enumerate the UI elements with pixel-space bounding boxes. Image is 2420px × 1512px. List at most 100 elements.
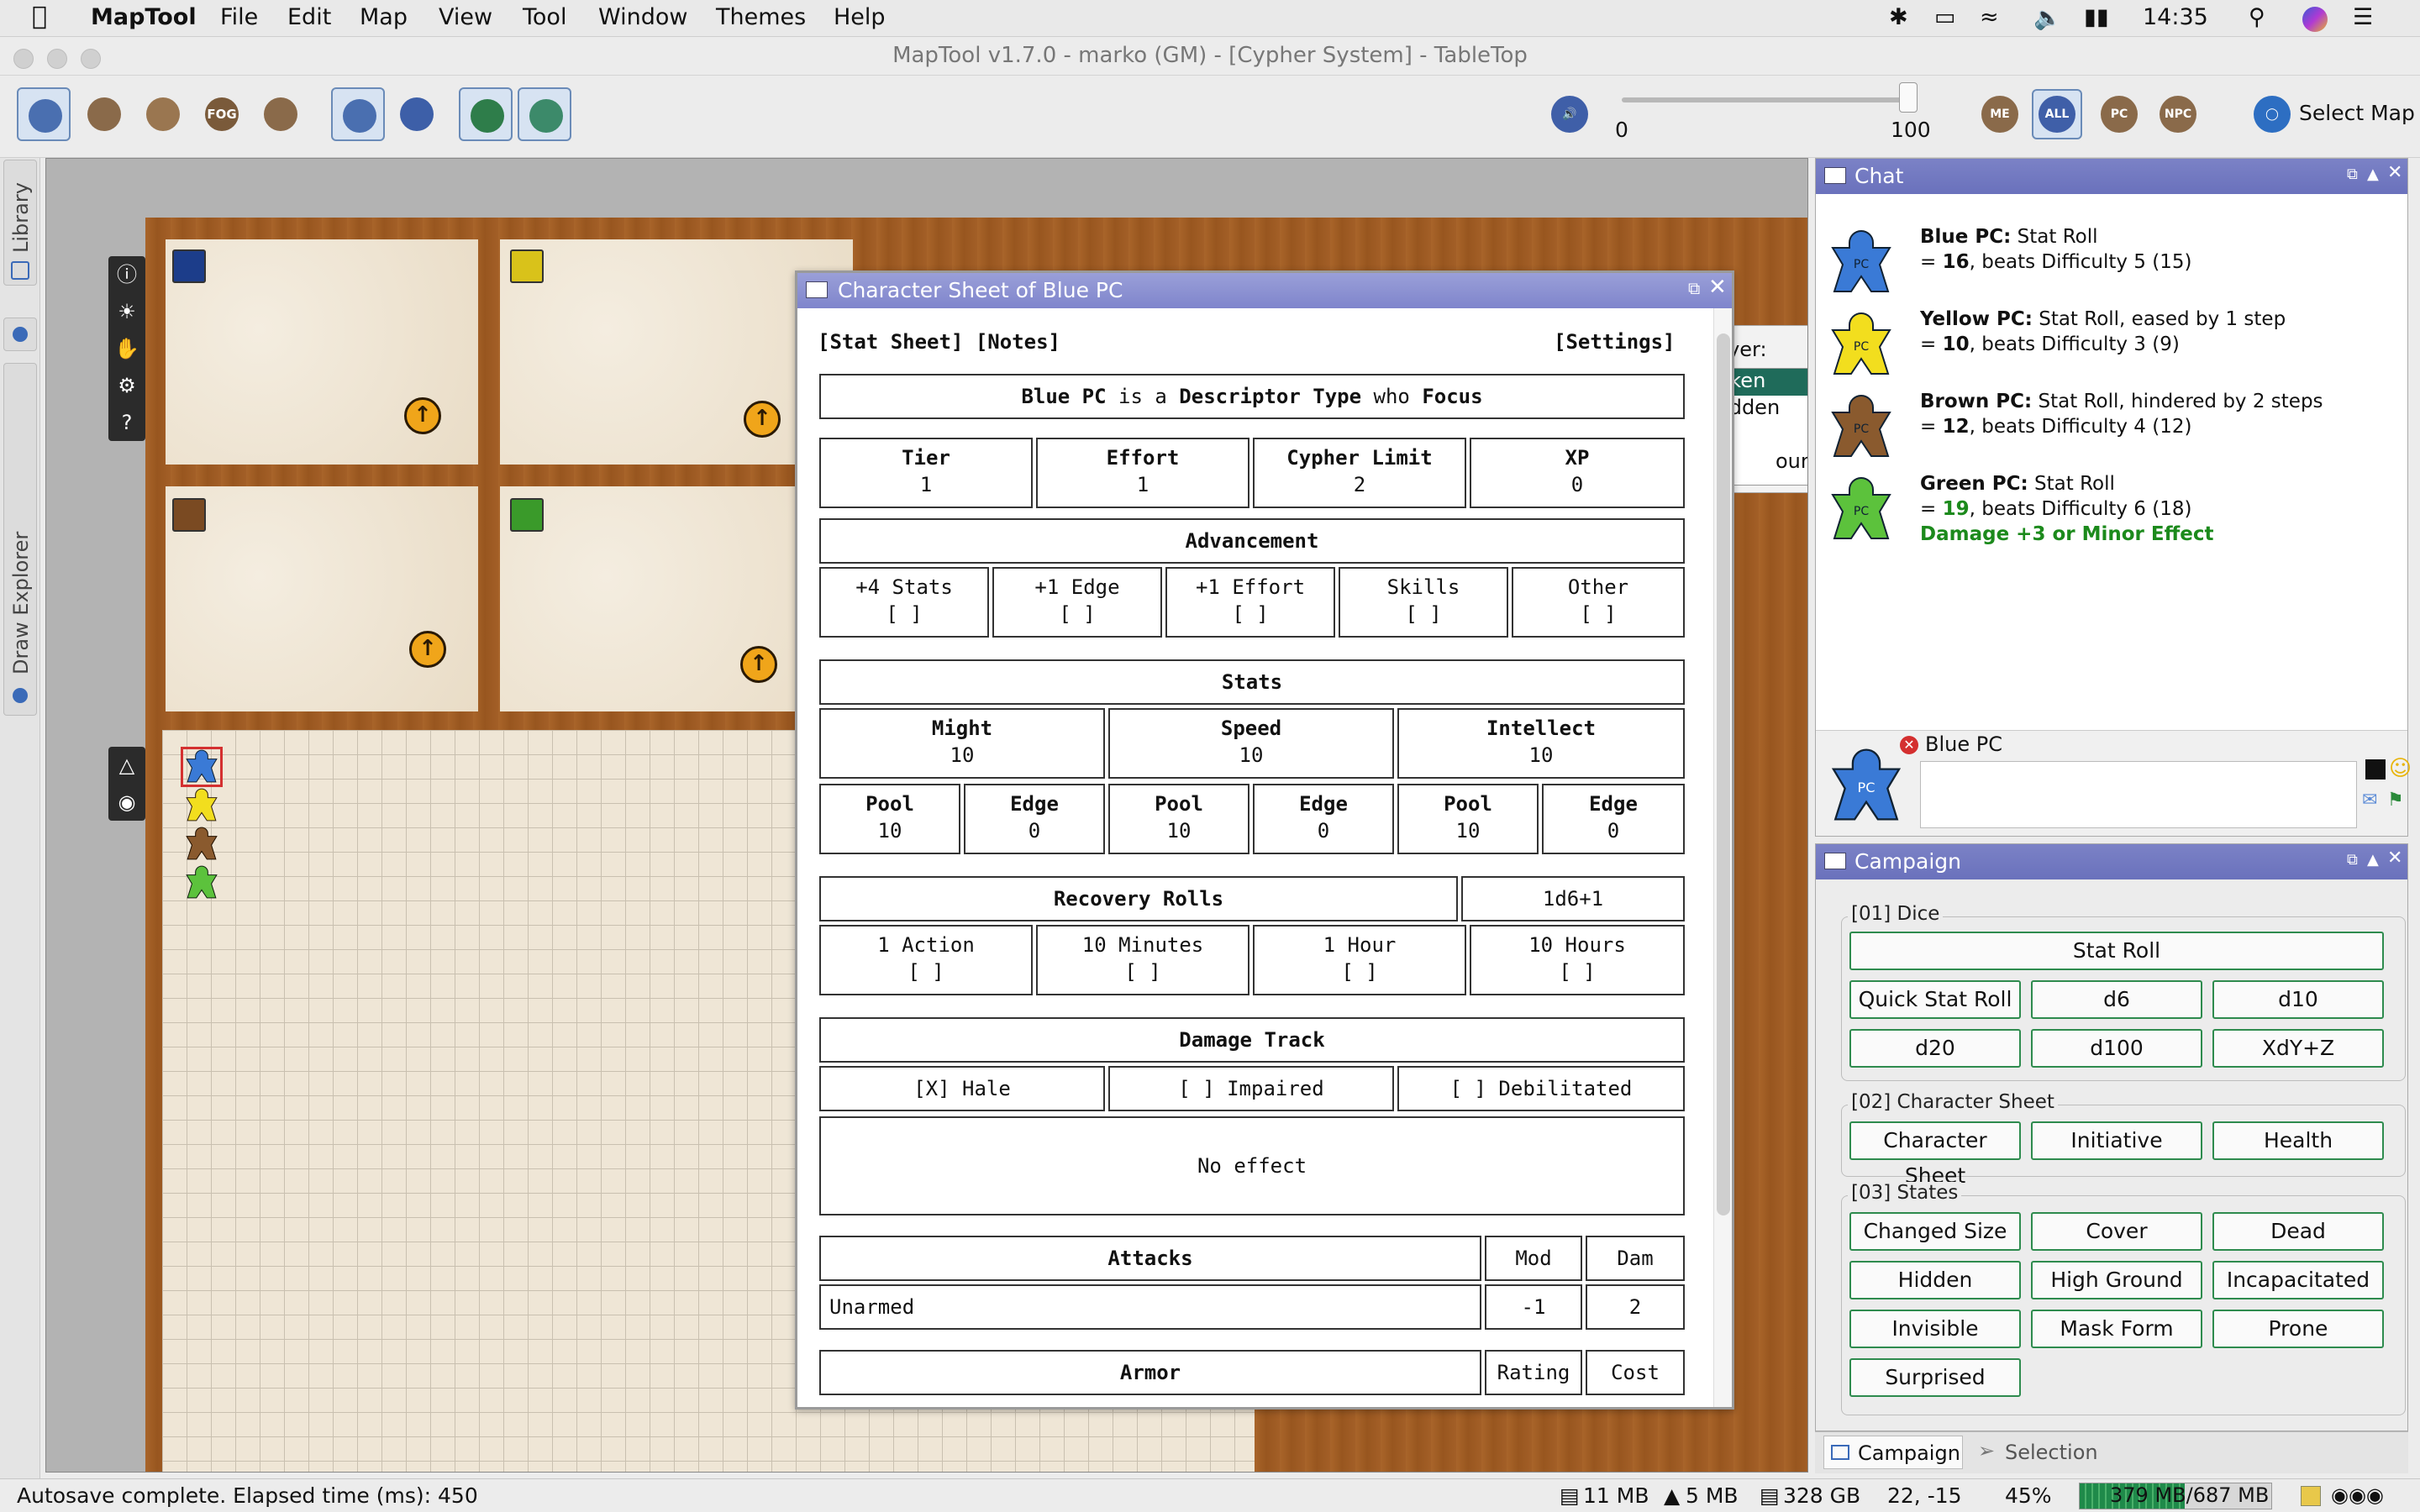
speed-edge-box[interactable]: Edge 0 bbox=[1253, 784, 1394, 854]
chat-bubble-icon[interactable]: ✉ bbox=[2362, 790, 2377, 811]
menu-view[interactable]: View bbox=[439, 4, 492, 30]
siri-icon[interactable] bbox=[2302, 7, 2328, 32]
blue-meeple-token[interactable] bbox=[184, 748, 219, 784]
vis-pc-button[interactable]: PC bbox=[2101, 96, 2138, 133]
adv-other-box[interactable]: Other [ ] bbox=[1512, 567, 1685, 638]
effort-box[interactable]: Effort 1 bbox=[1036, 438, 1249, 508]
brown-portrait-icon[interactable] bbox=[172, 498, 206, 532]
intellect-box[interactable]: Intellect 10 bbox=[1397, 708, 1685, 779]
arrow-up-icon[interactable]: ↑ bbox=[404, 397, 441, 434]
recovery-10min-box[interactable]: 10 Minutes [ ] bbox=[1036, 925, 1249, 995]
control-center-icon[interactable]: ☰ bbox=[2353, 4, 2373, 30]
speed-pool-box[interactable]: Pool 10 bbox=[1108, 784, 1249, 854]
menu-themes[interactable]: Themes bbox=[716, 4, 806, 30]
clear-speaker-icon[interactable]: ✕ bbox=[1900, 736, 1918, 754]
damage-debilitated[interactable]: [ ] Debilitated bbox=[1397, 1066, 1685, 1111]
restore-icon[interactable]: ⧉ bbox=[2347, 851, 2358, 869]
brown-meeple-token[interactable] bbox=[184, 826, 219, 861]
volume-icon[interactable]: 🔈 bbox=[2033, 4, 2062, 31]
speed-box[interactable]: Speed 10 bbox=[1108, 708, 1394, 779]
intro-type[interactable]: Type bbox=[1313, 385, 1361, 408]
macro-button-incapacitated[interactable]: Incapacitated bbox=[2212, 1261, 2384, 1299]
vis-me-button[interactable]: ME bbox=[1981, 96, 2018, 133]
adv-effort-box[interactable]: +1 Effort [ ] bbox=[1165, 567, 1335, 638]
pin-icon[interactable]: ▲ bbox=[2367, 851, 2379, 869]
macro-button-changed-size[interactable]: Changed Size bbox=[1849, 1212, 2021, 1251]
volume-slider-thumb[interactable] bbox=[1899, 82, 1918, 113]
fog-tool-button[interactable]: FOG bbox=[195, 87, 249, 141]
yellow-meeple-token[interactable] bbox=[184, 787, 219, 822]
chat-log[interactable]: PC Blue PC: Stat Roll = 16, beats Difficul… bbox=[1816, 194, 2407, 732]
measure-tool-button[interactable] bbox=[390, 87, 444, 141]
blue-portrait-icon[interactable] bbox=[172, 249, 206, 283]
menu-window[interactable]: Window bbox=[598, 4, 687, 30]
macro-button-initiative[interactable]: Initiative bbox=[2031, 1121, 2202, 1160]
info-icon[interactable]: ⓘ bbox=[108, 256, 145, 293]
hand-icon[interactable]: ✋ bbox=[108, 330, 145, 367]
restore-icon[interactable]: ⧉ bbox=[1688, 278, 1700, 298]
search-icon[interactable]: ⚲ bbox=[2249, 4, 2265, 30]
macro-button-dead[interactable]: Dead bbox=[2212, 1212, 2384, 1251]
menu-tool[interactable]: Tool bbox=[523, 4, 566, 30]
recovery-action-checkbox[interactable]: [ ] bbox=[821, 960, 1031, 984]
close-icon[interactable]: ✕ bbox=[2387, 162, 2402, 183]
draw-tool-button[interactable] bbox=[77, 87, 131, 141]
topology-tool-button[interactable] bbox=[254, 87, 308, 141]
macro-button-invisible[interactable]: Invisible bbox=[1849, 1310, 2021, 1348]
adv-other-checkbox[interactable]: [ ] bbox=[1513, 602, 1683, 626]
arrow-up-icon[interactable]: ↑ bbox=[409, 631, 446, 668]
map-card[interactable] bbox=[166, 486, 478, 711]
macro-button-health[interactable]: Health bbox=[2212, 1121, 2384, 1160]
globe-icon[interactable]: ◯ bbox=[2254, 96, 2291, 133]
pin-icon[interactable]: ▲ bbox=[2367, 165, 2379, 183]
figure-icon[interactable]: △ bbox=[108, 747, 145, 784]
macro-button-stat-roll[interactable]: Stat Roll bbox=[1849, 932, 2384, 970]
menu-help[interactable]: Help bbox=[834, 4, 886, 30]
might-box[interactable]: Might 10 bbox=[819, 708, 1105, 779]
battery-icon[interactable]: ▮▮ bbox=[2084, 4, 2109, 30]
eye-tab[interactable] bbox=[3, 318, 37, 351]
attack-name[interactable]: Unarmed bbox=[819, 1284, 1481, 1330]
airplay-icon[interactable]: ▭ bbox=[1934, 4, 1956, 30]
recovery-action-box[interactable]: 1 Action [ ] bbox=[819, 925, 1033, 995]
recovery-10hours-box[interactable]: 10 Hours [ ] bbox=[1470, 925, 1685, 995]
macro-button-d6[interactable]: d6 bbox=[2031, 980, 2202, 1019]
restore-icon[interactable]: ⧉ bbox=[2347, 165, 2358, 183]
macro-button-hidden[interactable]: Hidden bbox=[1849, 1261, 2021, 1299]
recovery-roll[interactable]: 1d6+1 bbox=[1461, 876, 1685, 921]
attack-mod[interactable]: -1 bbox=[1485, 1284, 1582, 1330]
settings-icon[interactable]: ⚙ bbox=[108, 367, 145, 404]
vision-toggle-button[interactable] bbox=[518, 87, 571, 141]
smiley-icon[interactable]: ☺ bbox=[2389, 756, 2412, 781]
apple-icon[interactable]:  bbox=[32, 2, 47, 31]
macro-button-character-sheet[interactable]: Character Sheet bbox=[1849, 1121, 2021, 1188]
adv-skills-checkbox[interactable]: [ ] bbox=[1340, 602, 1507, 626]
pointer-tool-button[interactable] bbox=[17, 87, 71, 141]
nav-stat-sheet-notes[interactable]: [Stat Sheet] [Notes] bbox=[818, 330, 1060, 354]
macro-button-xdy-z[interactable]: XdY+Z bbox=[2212, 1029, 2384, 1068]
vis-all-button[interactable]: ALL bbox=[2032, 89, 2082, 139]
tier-box[interactable]: Tier 1 bbox=[819, 438, 1033, 508]
heap-meter[interactable]: 379 MB/687 MB bbox=[2079, 1483, 2272, 1509]
clock[interactable]: 14:35 bbox=[2143, 4, 2208, 30]
attack-dam[interactable]: 2 bbox=[1586, 1284, 1685, 1330]
intellect-edge-box[interactable]: Edge 0 bbox=[1542, 784, 1685, 854]
interact-pointer-button[interactable] bbox=[331, 87, 385, 141]
character-sheet-scrollbar[interactable] bbox=[1713, 308, 1732, 1407]
help-icon[interactable]: ? bbox=[108, 404, 145, 441]
menu-map[interactable]: Map bbox=[360, 4, 408, 30]
might-edge-box[interactable]: Edge 0 bbox=[964, 784, 1105, 854]
arrow-up-icon[interactable]: ↑ bbox=[740, 646, 777, 683]
damage-impaired[interactable]: [ ] Impaired bbox=[1108, 1066, 1394, 1111]
menu-file[interactable]: File bbox=[220, 4, 258, 30]
wifi-icon[interactable]: ≈ bbox=[1980, 4, 1999, 30]
adv-effort-checkbox[interactable]: [ ] bbox=[1167, 602, 1334, 626]
damage-hale[interactable]: [X] Hale bbox=[819, 1066, 1105, 1111]
macro-button-quick-stat-roll[interactable]: Quick Stat Roll bbox=[1849, 980, 2021, 1019]
recovery-10min-checkbox[interactable]: [ ] bbox=[1038, 960, 1248, 984]
adv-stats-box[interactable]: +4 Stats [ ] bbox=[819, 567, 989, 638]
grid-toggle-button[interactable] bbox=[459, 87, 513, 141]
adv-edge-checkbox[interactable]: [ ] bbox=[994, 602, 1160, 626]
xp-box[interactable]: XP 0 bbox=[1470, 438, 1685, 508]
macro-button-prone[interactable]: Prone bbox=[2212, 1310, 2384, 1348]
